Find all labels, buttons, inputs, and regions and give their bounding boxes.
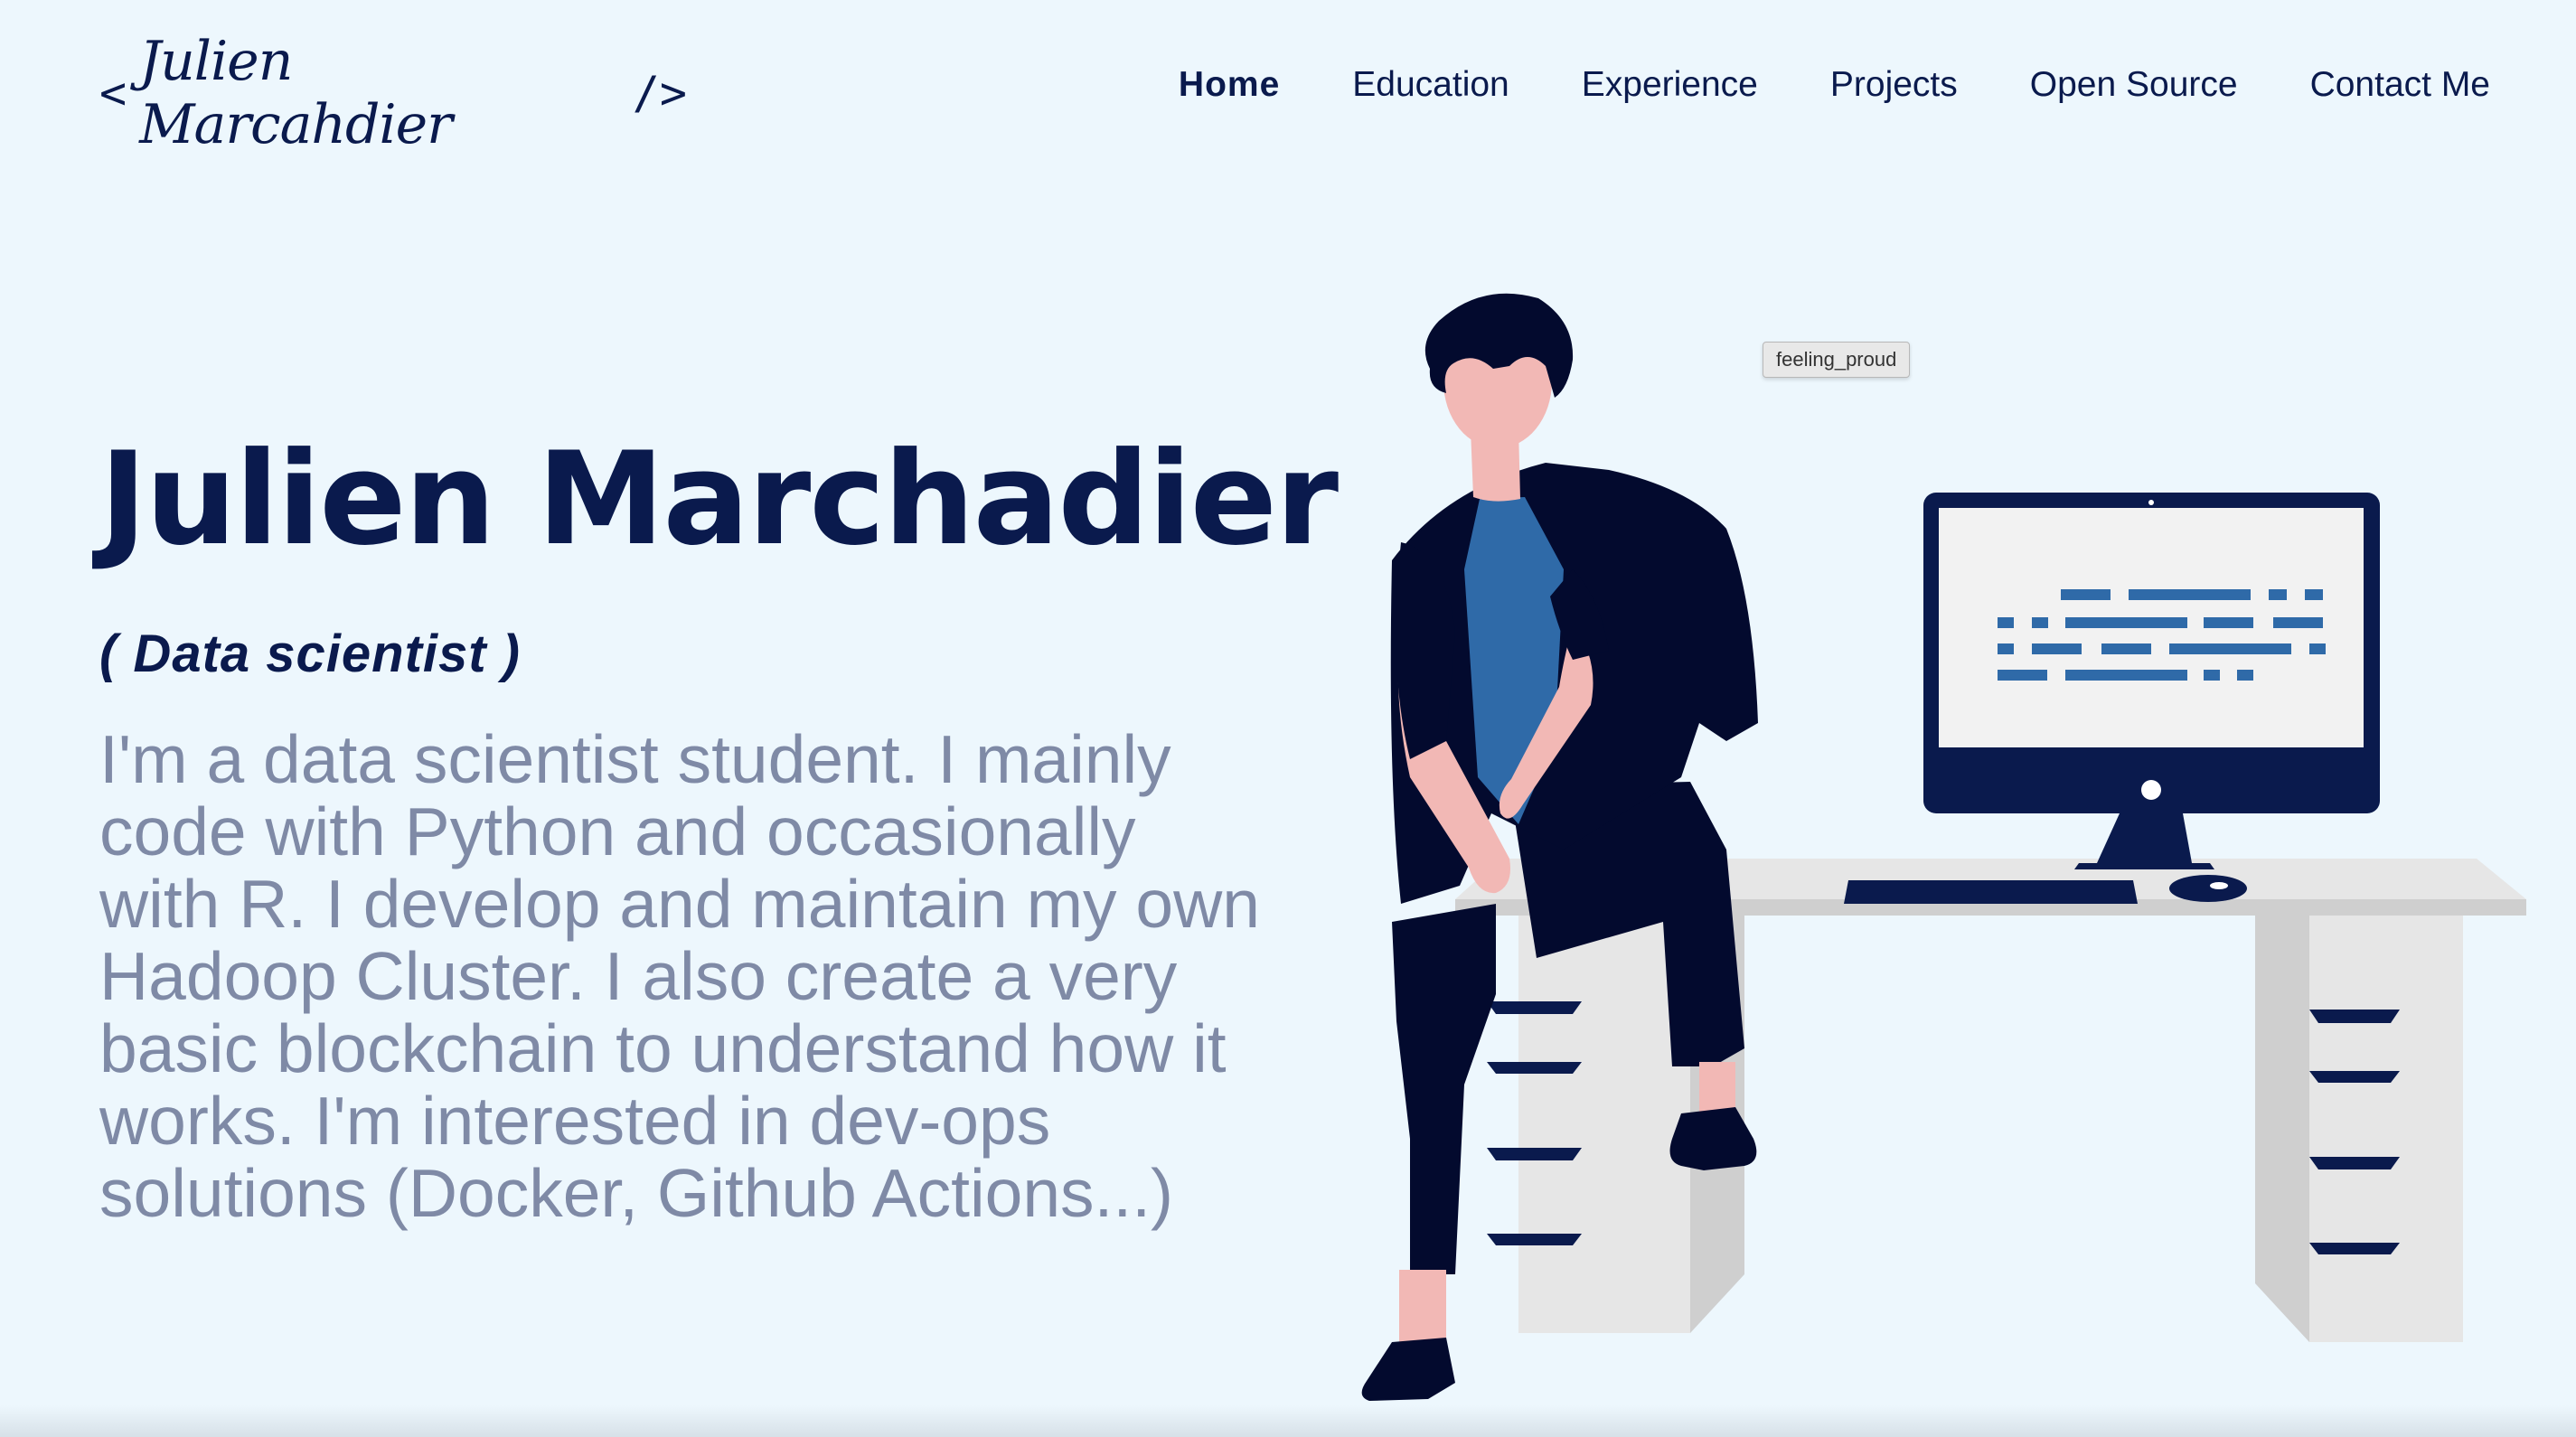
mouse-illustration	[2169, 875, 2247, 902]
hero-name: Julien Marchadier	[99, 425, 1339, 574]
logo-close-bracket: />	[632, 67, 687, 119]
nav-education[interactable]: Education	[1352, 65, 1509, 105]
logo-signature: Julien Marcahdier	[139, 30, 453, 156]
hero-illustration	[1302, 271, 2540, 1437]
nav-contact-me[interactable]: Contact Me	[2310, 65, 2490, 105]
nav-projects[interactable]: Projects	[1830, 65, 1958, 105]
bottom-shadow	[0, 1405, 2576, 1437]
logo-link[interactable]: < Julien Marcahdier />	[99, 30, 687, 156]
monitor-illustration	[1923, 493, 2380, 869]
site-header: < Julien Marcahdier /> Home Education Ex…	[0, 0, 2576, 181]
logo-open-bracket: <	[99, 67, 127, 119]
keyboard-illustration	[1844, 880, 2138, 904]
hero-role: ( Data scientist )	[99, 625, 521, 683]
illustration-tooltip: feeling_proud	[1763, 342, 1911, 378]
hero-bio: I'm a data scientist student. I mainly c…	[99, 721, 1260, 1231]
nav-open-source[interactable]: Open Source	[2030, 65, 2238, 105]
nav-experience[interactable]: Experience	[1582, 65, 1758, 105]
nav-home[interactable]: Home	[1179, 65, 1280, 105]
main-nav: Home Education Experience Projects Open …	[1106, 65, 2490, 105]
